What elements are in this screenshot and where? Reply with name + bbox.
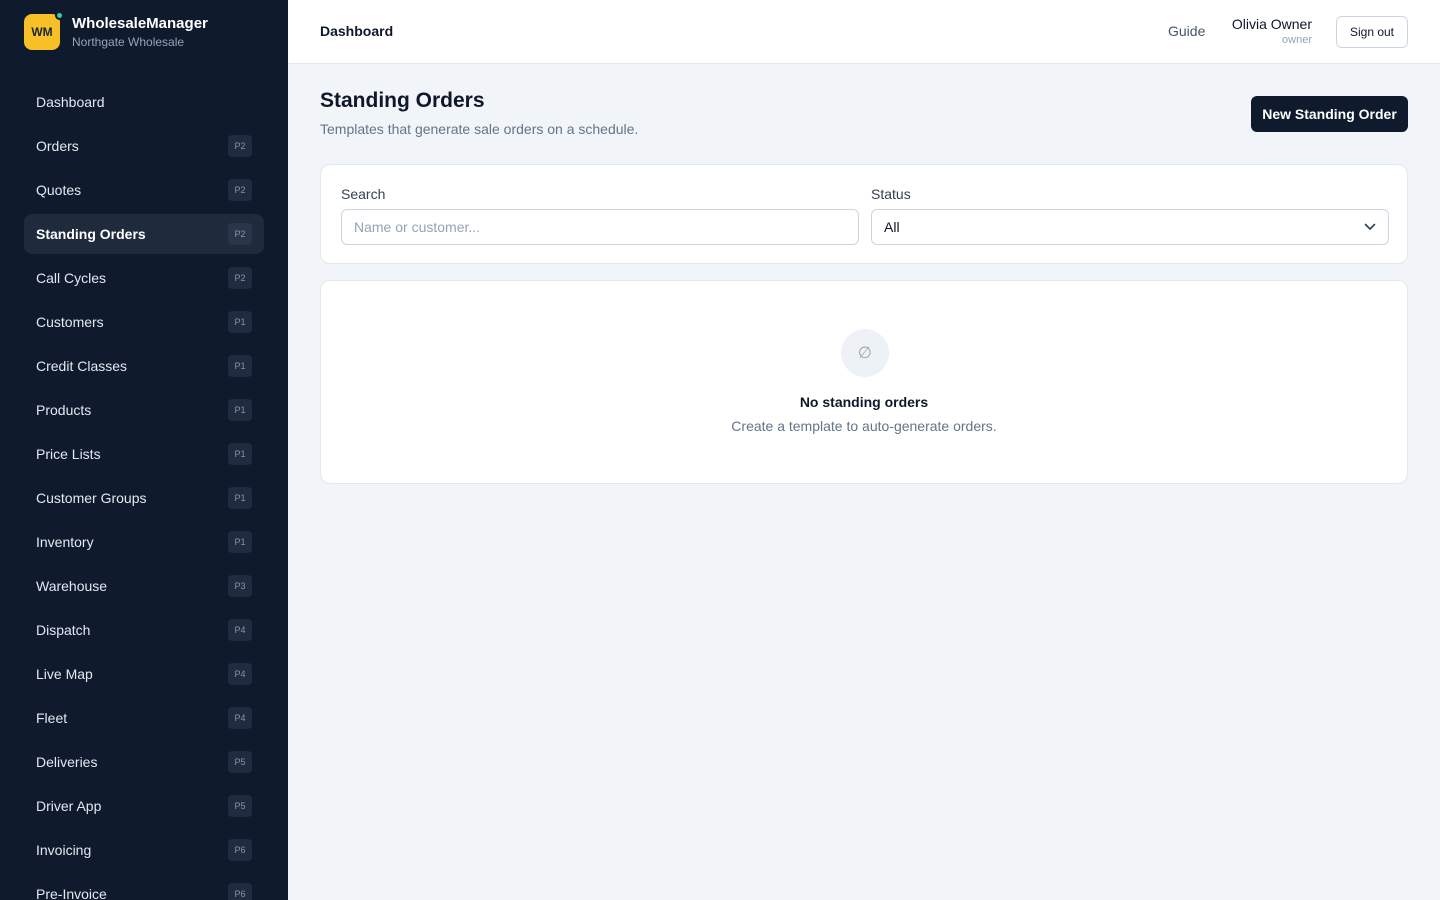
sidebar-item-label: Dispatch xyxy=(36,622,91,638)
guide-link[interactable]: Guide xyxy=(1168,23,1205,39)
phase-badge: P1 xyxy=(228,399,252,421)
sidebar-item-dispatch[interactable]: Dispatch P4 xyxy=(24,610,264,650)
sidebar-item-standing-orders[interactable]: Standing Orders P2 xyxy=(24,214,264,254)
sidebar-item-fleet[interactable]: Fleet P4 xyxy=(24,698,264,738)
phase-badge: P1 xyxy=(228,487,252,509)
sidebar-item-label: Inventory xyxy=(36,534,94,550)
empty-state-card: ∅ No standing orders Create a template t… xyxy=(320,280,1408,484)
brand-logo: WM xyxy=(24,11,64,50)
sidebar-item-label: Credit Classes xyxy=(36,358,128,374)
phase-badge: P2 xyxy=(228,267,252,289)
sidebar-item-credit-classes[interactable]: Credit Classes P1 xyxy=(24,346,264,386)
phase-badge: P6 xyxy=(228,839,252,861)
sidebar-item-orders[interactable]: Orders P2 xyxy=(24,126,264,166)
sidebar-item-customers[interactable]: Customers P1 xyxy=(24,302,264,342)
sidebar-item-dashboard[interactable]: Dashboard xyxy=(24,82,264,122)
phase-badge: P4 xyxy=(228,619,252,641)
phase-badge: P6 xyxy=(228,883,252,900)
empty-state-text: Create a template to auto-generate order… xyxy=(731,418,997,434)
sidebar-item-label: Pre-Invoice xyxy=(36,886,107,900)
phase-badge: P4 xyxy=(228,707,252,729)
phase-badge: P1 xyxy=(228,355,252,377)
sidebar-item-label: Call Cycles xyxy=(36,270,107,286)
sidebar-item-pre-invoice[interactable]: Pre-Invoice P6 xyxy=(24,874,264,900)
sidebar-item-label: Price Lists xyxy=(36,446,101,462)
brand-subtitle: Northgate Wholesale xyxy=(72,35,185,49)
phase-badge: P2 xyxy=(228,135,252,157)
sidebar-item-products[interactable]: Products P1 xyxy=(24,390,264,430)
chevron-down-icon xyxy=(1364,223,1376,230)
sidebar-item-price-lists[interactable]: Price Lists P1 xyxy=(24,434,264,474)
brand-logo-text: WM xyxy=(31,25,53,39)
header-title: Dashboard xyxy=(320,23,394,39)
new-standing-order-button[interactable]: New Standing Order xyxy=(1251,96,1408,132)
sidebar-item-label: Quotes xyxy=(36,182,82,198)
phase-badge: P5 xyxy=(228,751,252,773)
filter-card: Search Status All xyxy=(320,164,1408,264)
sidebar-nav: Dashboard Orders P2 Quotes P2 Standing O… xyxy=(24,82,264,900)
page-subtitle: Templates that generate sale orders on a… xyxy=(320,121,639,137)
sidebar-item-label: Customers xyxy=(36,314,104,330)
sidebar-item-inventory[interactable]: Inventory P1 xyxy=(24,522,264,562)
page-title: Standing Orders xyxy=(320,89,485,112)
sign-out-button[interactable]: Sign out xyxy=(1336,16,1408,48)
top-header: Dashboard Guide Olivia Owner owner Sign … xyxy=(288,0,1440,64)
search-label: Search xyxy=(341,186,386,202)
sidebar-item-label: Customer Groups xyxy=(36,490,147,506)
phase-badge: P2 xyxy=(228,179,252,201)
phase-badge: P1 xyxy=(228,443,252,465)
sidebar-item-label: Invoicing xyxy=(36,842,92,858)
sidebar: WM WholesaleManager Northgate Wholesale … xyxy=(0,0,288,900)
sidebar-item-live-map[interactable]: Live Map P4 xyxy=(24,654,264,694)
online-status-dot xyxy=(55,11,64,20)
search-input[interactable] xyxy=(341,209,859,245)
empty-set-icon: ∅ xyxy=(841,329,889,377)
phase-badge: P1 xyxy=(228,531,252,553)
status-select-value: All xyxy=(884,219,900,235)
sidebar-item-customer-groups[interactable]: Customer Groups P1 xyxy=(24,478,264,518)
sidebar-item-driver-app[interactable]: Driver App P5 xyxy=(24,786,264,826)
sidebar-item-label: Driver App xyxy=(36,798,102,814)
sidebar-item-label: Standing Orders xyxy=(36,226,146,242)
sidebar-item-quotes[interactable]: Quotes P2 xyxy=(24,170,264,210)
sidebar-item-label: Products xyxy=(36,402,92,418)
sidebar-item-label: Deliveries xyxy=(36,754,98,770)
brand[interactable]: WM WholesaleManager Northgate Wholesale xyxy=(24,11,208,50)
phase-badge: P2 xyxy=(228,223,252,245)
sidebar-item-label: Dashboard xyxy=(36,94,105,110)
sidebar-item-invoicing[interactable]: Invoicing P6 xyxy=(24,830,264,870)
phase-badge: P1 xyxy=(228,311,252,333)
sidebar-item-warehouse[interactable]: Warehouse P3 xyxy=(24,566,264,606)
brand-name: WholesaleManager xyxy=(72,15,208,32)
empty-state-title: No standing orders xyxy=(799,394,929,410)
sidebar-item-label: Live Map xyxy=(36,666,93,682)
phase-badge: P4 xyxy=(228,663,252,685)
user-name: Olivia Owner xyxy=(1231,16,1312,32)
user-role: owner xyxy=(1282,34,1312,46)
sidebar-item-label: Fleet xyxy=(36,710,68,726)
status-label: Status xyxy=(871,186,911,202)
sidebar-item-label: Warehouse xyxy=(36,578,108,594)
user-info: Olivia Owner owner xyxy=(1232,15,1312,47)
sidebar-item-label: Orders xyxy=(36,138,79,154)
phase-badge: P3 xyxy=(228,575,252,597)
sidebar-item-deliveries[interactable]: Deliveries P5 xyxy=(24,742,264,782)
sidebar-item-call-cycles[interactable]: Call Cycles P2 xyxy=(24,258,264,298)
status-select[interactable]: All xyxy=(871,209,1389,245)
phase-badge: P5 xyxy=(228,795,252,817)
